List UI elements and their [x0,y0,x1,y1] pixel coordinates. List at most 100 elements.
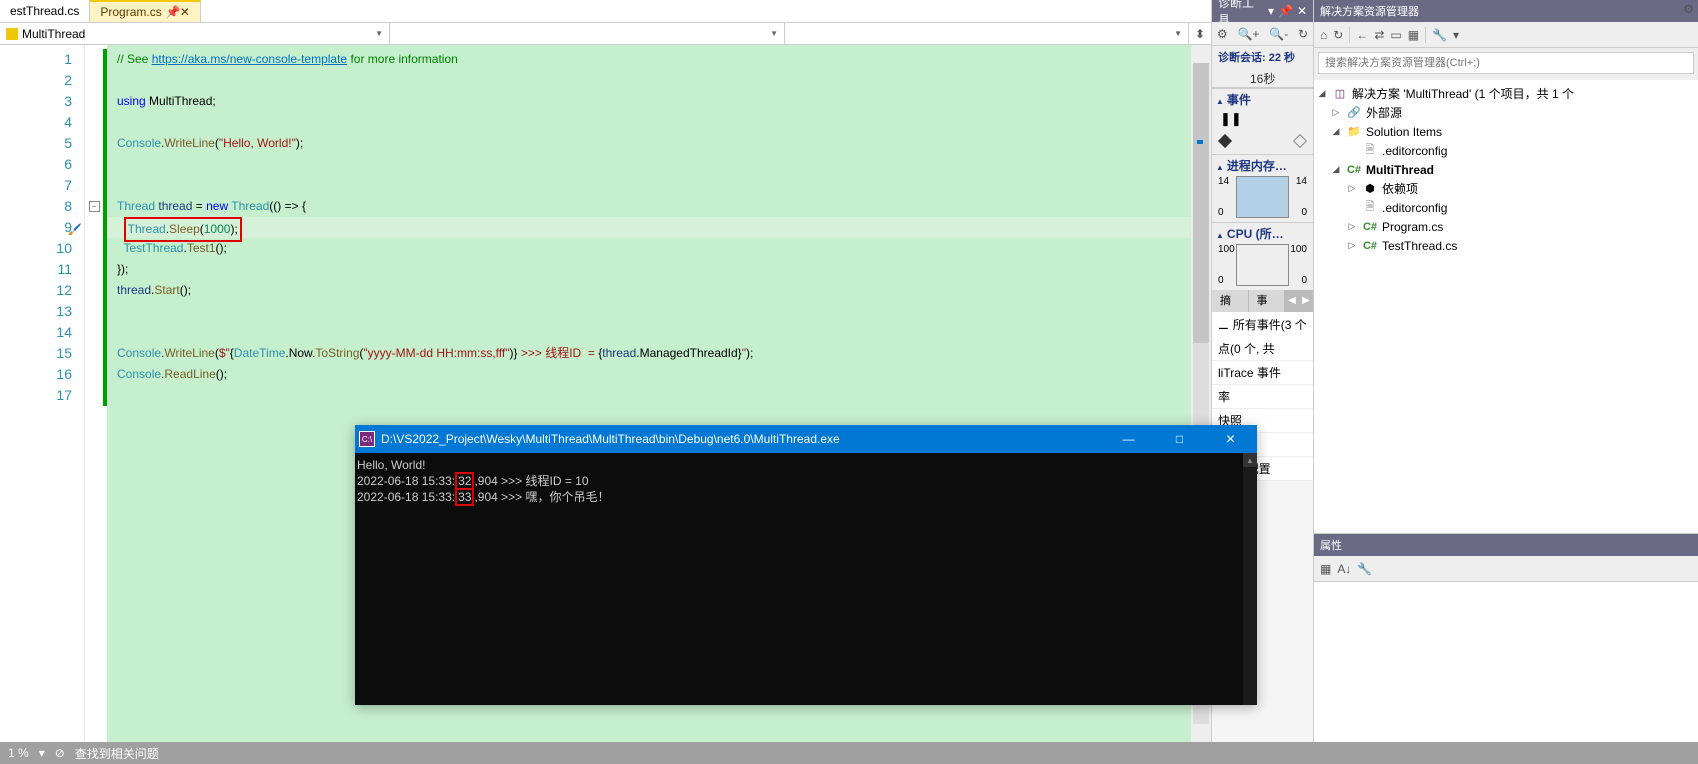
deps-icon: ⬢ [1362,182,1378,195]
chart-label: 0 [1301,275,1307,286]
close-icon[interactable]: ✕ [180,5,190,19]
console-scrollbar[interactable]: ▲ [1243,453,1257,705]
line-number-gutter: 1234 5678 9🖌️ 10111213 14151617 [0,45,85,742]
arrow-icon[interactable] [1346,240,1358,251]
close-button[interactable]: ✕ [1208,425,1253,453]
node-label: .editorconfig [1382,144,1447,158]
chevron-down-icon[interactable]: ▾ [1268,4,1274,18]
node-label: 依赖项 [1382,180,1418,197]
search-input[interactable] [1318,52,1694,74]
project-icon [6,28,18,40]
split-icon[interactable]: ⬍ [1189,23,1211,44]
arrow-icon[interactable] [1346,183,1358,194]
solution-search[interactable] [1318,52,1694,76]
next-icon[interactable]: ▶ [1299,290,1313,312]
error-text[interactable]: 查找到相关问题 [75,745,159,762]
properties-toolbar: ▦ A↓ 🔧 [1314,556,1698,582]
node-label: MultiThread [1366,163,1434,177]
nav-scope-dropdown[interactable]: ▼ [390,23,785,44]
chevron-down-icon[interactable]: ▾ [1453,28,1459,42]
zoom-out-icon[interactable]: 🔍- [1269,27,1288,41]
arrow-icon[interactable] [1330,107,1342,118]
pin-icon[interactable]: 📌 [1278,4,1293,18]
events-section[interactable]: 事件 [1216,91,1309,108]
testthread-cs-file[interactable]: C# TestThread.cs [1316,236,1696,255]
solution-icon: ◫ [1332,87,1348,100]
chevron-down-icon[interactable]: ▾ [39,746,45,760]
arrow-icon[interactable] [1346,221,1358,232]
arrow-icon[interactable] [1316,88,1328,99]
list-item[interactable]: 点(0 个, 共 [1212,337,1313,361]
fold-toggle[interactable]: − [89,201,100,212]
console-line: 2022-06-18 15:33: [357,474,455,488]
diag-filter[interactable]: ⚊ 所有事件(3 个 [1212,312,1313,337]
node-label: 解决方案 'MultiThread' (1 个项目，共 1 个 [1352,85,1574,102]
console-titlebar[interactable]: C:\ D:\VS2022_Project\Wesky\MultiThread\… [355,425,1257,453]
sync-icon[interactable]: ⇄ [1374,28,1384,42]
nav-member-dropdown[interactable]: ▼ [785,23,1189,44]
console-title: D:\VS2022_Project\Wesky\MultiThread\Mult… [381,432,1100,446]
chart-label: 0 [1218,275,1224,286]
node-label: .editorconfig [1382,201,1447,215]
cpu-section[interactable]: CPU (所… [1216,225,1309,242]
sort-icon[interactable]: A↓ [1337,562,1351,576]
tab-program[interactable]: Program.cs 📌 ✕ [90,0,200,22]
wrench-icon[interactable]: 🔧 [1357,562,1372,576]
csharp-file-icon: C# [1362,221,1378,233]
solution-items-folder[interactable]: 📁 Solution Items [1316,122,1696,141]
refresh-icon[interactable]: ↻ [1298,27,1308,41]
nav-project-dropdown[interactable]: MultiThread ▼ [0,23,390,44]
console-line: ,904 >>> 线程ID = 10 [474,474,588,488]
back-icon[interactable]: ← [1356,28,1368,42]
node-label: Solution Items [1366,125,1442,139]
memory-section[interactable]: 进程内存… [1216,157,1309,174]
refresh-icon[interactable]: ↻ [1333,28,1343,42]
solution-root[interactable]: ◫ 解决方案 'MultiThread' (1 个项目，共 1 个 [1316,84,1696,103]
comment-text: // See [117,52,152,66]
minimize-button[interactable]: — [1106,425,1151,453]
tab-label: Program.cs [100,5,161,19]
prev-icon[interactable]: ◀ [1285,290,1299,312]
comment-text: for more information [347,52,458,66]
arrow-icon[interactable] [1330,164,1342,175]
solution-tree: ◫ 解决方案 'MultiThread' (1 个项目，共 1 个 🔗 外部源 … [1314,80,1698,533]
tab-events[interactable]: 事件 [1249,290,1286,312]
timeline-graph[interactable]: 16秒 [1212,68,1313,88]
show-all-icon[interactable]: ▦ [1408,28,1419,42]
status-bar: 1 % ▾ ⊘ 查找到相关问题 [0,742,1698,764]
tab-testthread[interactable]: estThread.cs [0,0,90,22]
nav-project-name: MultiThread [22,27,85,41]
dependencies[interactable]: ⬢ 依赖项 [1316,179,1696,198]
home-icon[interactable]: ⌂ [1320,28,1327,42]
external-sources[interactable]: 🔗 外部源 [1316,103,1696,122]
wrench-icon[interactable]: 🔧 [1432,28,1447,42]
categorize-icon[interactable]: ▦ [1320,562,1331,576]
csharp-project-icon: C# [1346,164,1362,176]
zoom-in-icon[interactable]: 🔍+ [1237,27,1259,41]
arrow-icon[interactable] [1330,126,1342,137]
properties-panel: 属性 ▦ A↓ 🔧 [1314,533,1698,742]
console-output[interactable]: Hello, World! 2022-06-18 15:33:32,904 >>… [355,453,1257,705]
list-item[interactable]: liTrace 事件 [1212,361,1313,385]
console-icon: C:\ [359,431,375,447]
fold-column: − [85,45,103,742]
chart-label: 100 [1290,244,1307,255]
zoom-level[interactable]: 1 % [8,746,29,760]
maximize-button[interactable]: □ [1157,425,1202,453]
close-icon[interactable]: ✕ [1297,4,1307,18]
string-literal: >>> 线程ID = [518,346,599,360]
pin-icon[interactable]: 📌 [166,5,176,19]
project-multithread[interactable]: C# MultiThread [1316,160,1696,179]
program-cs-file[interactable]: C# Program.cs [1316,217,1696,236]
collapse-icon[interactable]: ▭ [1390,28,1401,42]
diamond-filled-icon [1218,134,1232,148]
list-item[interactable]: 率 [1212,385,1313,409]
editorconfig-file[interactable]: 🗎 .editorconfig [1316,141,1696,160]
template-link[interactable]: https://aka.ms/new-console-template [152,52,347,66]
gear-icon[interactable]: ⚙ [1683,2,1694,16]
node-label: 外部源 [1366,104,1402,121]
tab-summary[interactable]: 摘要 [1212,290,1249,312]
gear-icon[interactable]: ⚙ [1217,27,1228,41]
editorconfig-file[interactable]: 🗎 .editorconfig [1316,198,1696,217]
filter-icon: ⚊ [1218,318,1229,332]
